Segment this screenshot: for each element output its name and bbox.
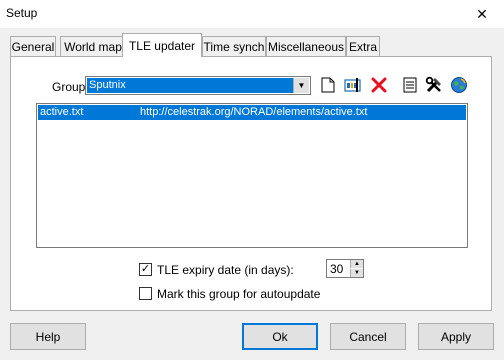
help-button[interactable]: Help	[10, 323, 86, 350]
autoupdate-checkbox[interactable]	[139, 287, 152, 300]
tab-time-synch[interactable]: Time synch	[202, 36, 266, 56]
new-file-icon[interactable]	[318, 75, 338, 95]
window-title: Setup	[6, 6, 38, 20]
list-item-url: http://celestrak.org/NORAD/elements/acti…	[140, 106, 368, 118]
cancel-button[interactable]: Cancel	[330, 323, 406, 350]
tab-general[interactable]: General	[10, 36, 56, 56]
rename-icon[interactable]	[343, 75, 363, 95]
tle-source-list[interactable]: active.txt http://celestrak.org/NORAD/el…	[36, 103, 468, 248]
apply-button[interactable]: Apply	[418, 323, 494, 350]
expiry-checkbox[interactable]: ✓	[139, 263, 152, 276]
close-icon[interactable]: ✕	[460, 0, 504, 28]
expiry-days-value: 30	[330, 262, 344, 276]
title-bar: Setup ✕	[0, 0, 504, 28]
tab-miscellaneous[interactable]: Miscellaneous	[266, 36, 346, 56]
tab-world-map[interactable]: World map	[60, 36, 126, 56]
ok-button[interactable]: Ok	[242, 323, 318, 350]
group-label: Group	[52, 80, 86, 94]
tools-icon[interactable]	[424, 75, 444, 95]
list-item-name: active.txt	[40, 106, 84, 118]
group-selected-value: Sputnix	[87, 78, 293, 93]
stepper-down-icon[interactable]: ▼	[350, 269, 363, 277]
list-item[interactable]: active.txt http://celestrak.org/NORAD/el…	[38, 105, 466, 120]
autoupdate-label: Mark this group for autoupdate	[157, 287, 321, 301]
notes-icon[interactable]	[400, 75, 420, 95]
chevron-down-icon[interactable]: ▼	[293, 78, 309, 93]
expiry-days-stepper[interactable]: 30 ▲ ▼	[326, 259, 364, 278]
expiry-label: TLE expiry date (in days):	[157, 263, 294, 277]
delete-icon[interactable]	[369, 75, 389, 95]
stepper-up-icon[interactable]: ▲	[350, 260, 363, 268]
group-select[interactable]: Sputnix ▼	[85, 76, 311, 95]
tab-tle-updater[interactable]: TLE updater	[122, 33, 202, 57]
update-globe-icon[interactable]	[449, 75, 469, 95]
tab-extra[interactable]: Extra	[346, 36, 380, 56]
